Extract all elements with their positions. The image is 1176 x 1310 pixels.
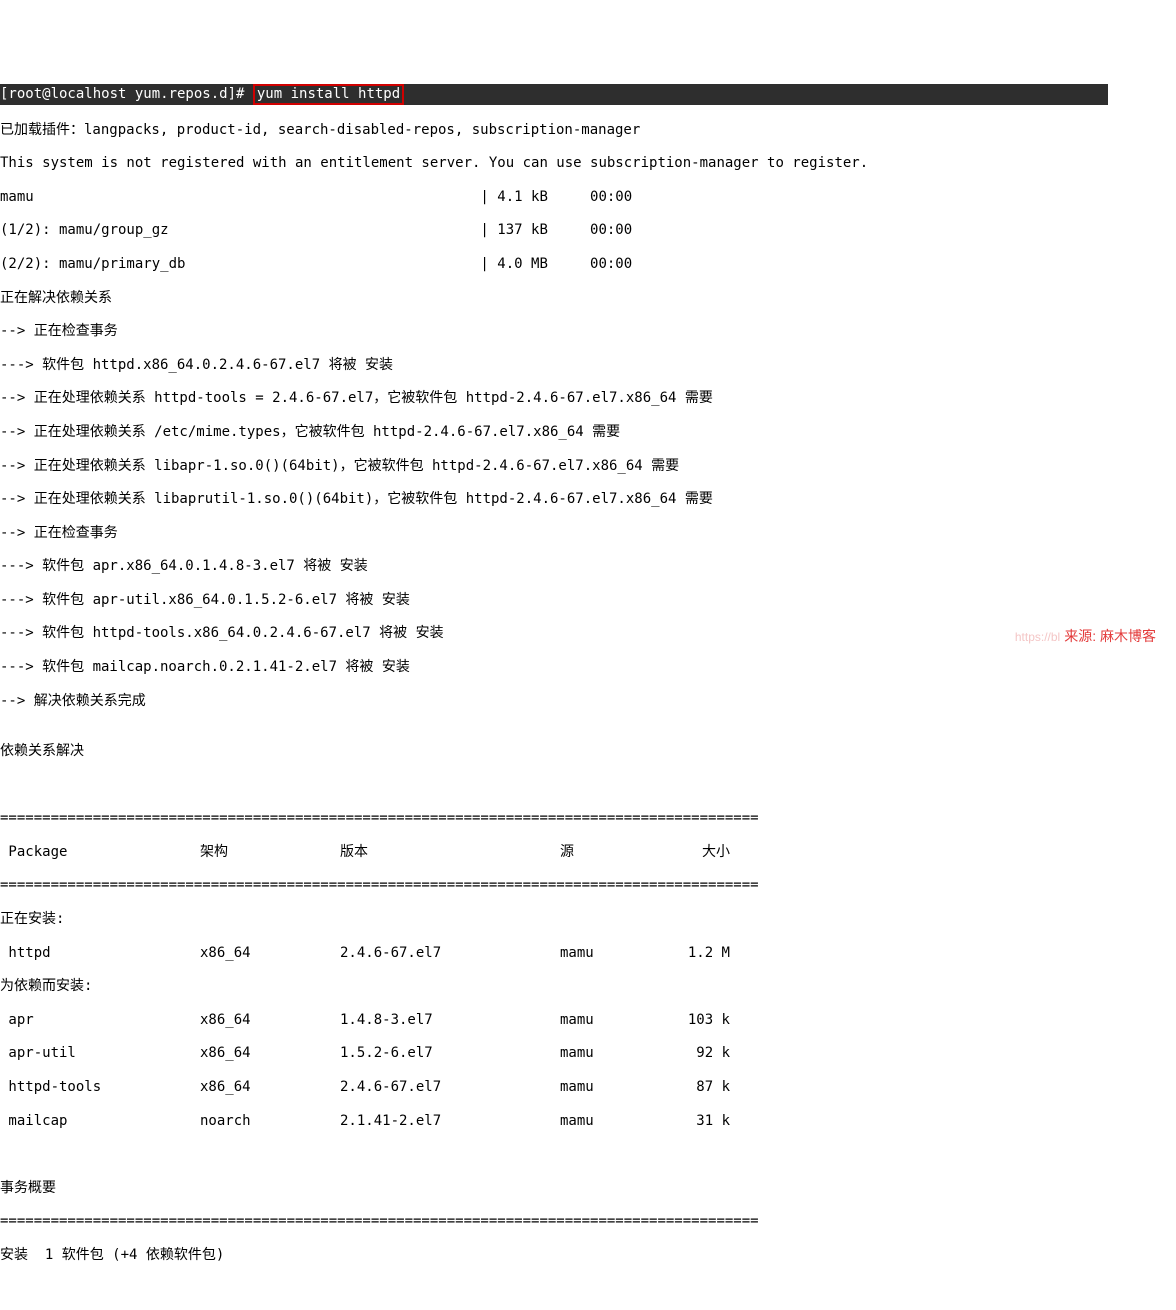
output-line: --> 正在处理依赖关系 /etc/mime.types，它被软件包 httpd… [0, 424, 1176, 441]
table-row: apr-utilx86_641.5.2-6.el7mamu92 k [0, 1045, 1176, 1062]
output-line: ---> 软件包 apr.x86_64.0.1.4.8-3.el7 将被 安装 [0, 558, 1176, 575]
output-line: ---> 软件包 httpd.x86_64.0.2.4.6-67.el7 将被 … [0, 357, 1176, 374]
col-version: 版本 [340, 844, 560, 861]
section-install: 正在安装: [0, 911, 1176, 928]
output-line: --> 解决依赖关系完成 [0, 693, 1176, 710]
output-line: (2/2): mamu/primary_db | 4.0 MB 00:00 [0, 256, 1176, 273]
output-line: ---> 软件包 apr-util.x86_64.0.1.5.2-6.el7 将… [0, 592, 1176, 609]
output-line: --> 正在检查事务 [0, 525, 1176, 542]
install-summary: 安装 1 软件包 (+4 依赖软件包) [0, 1247, 1176, 1264]
output-line: --> 正在检查事务 [0, 323, 1176, 340]
table-row: mailcapnoarch2.1.41-2.el7mamu31 k [0, 1113, 1176, 1130]
output-line: 依赖关系解决 [0, 743, 1176, 760]
summary-label: 事务概要 [0, 1180, 1176, 1197]
command-highlight: yum install httpd [253, 84, 404, 105]
table-row: aprx86_641.4.8-3.el7mamu103 k [0, 1012, 1176, 1029]
output-line: ---> 软件包 httpd-tools.x86_64.0.2.4.6-67.e… [0, 625, 1176, 642]
output-line: 已加载插件：langpacks, product-id, search-disa… [0, 122, 1176, 139]
watermark: https://bl 来源: 麻木博客 [1007, 611, 1156, 645]
table-header: Package架构版本源大小 [0, 844, 1176, 861]
hr-double: ========================================… [0, 1213, 1176, 1230]
col-repo: 源 [560, 844, 670, 861]
col-package: Package [0, 844, 200, 861]
watermark-faint: https://bl [1015, 630, 1060, 644]
prompt-line[interactable]: [root@localhost yum.repos.d]# yum instal… [0, 84, 1108, 105]
output-line: --> 正在处理依赖关系 libaprutil-1.so.0()(64bit)，… [0, 491, 1176, 508]
table-row: httpdx86_642.4.6-67.el7mamu1.2 M [0, 945, 1176, 962]
col-size: 大小 [670, 844, 730, 861]
output-line: --> 正在处理依赖关系 httpd-tools = 2.4.6-67.el7，… [0, 390, 1176, 407]
output-line: mamu | 4.1 kB 00:00 [0, 189, 1176, 206]
shell-prompt: [root@localhost yum.repos.d]# [0, 86, 253, 102]
terminal-output: [root@localhost yum.repos.d]# yum instal… [0, 67, 1176, 1280]
output-line: ---> 软件包 mailcap.noarch.0.2.1.41-2.el7 将… [0, 659, 1176, 676]
output-line: --> 正在处理依赖关系 libapr-1.so.0()(64bit)，它被软件… [0, 458, 1176, 475]
table-row: httpd-toolsx86_642.4.6-67.el7mamu87 k [0, 1079, 1176, 1096]
hr-double: ========================================… [0, 877, 1176, 894]
output-line: (1/2): mamu/group_gz | 137 kB 00:00 [0, 222, 1176, 239]
blank-line [0, 777, 1176, 794]
watermark-main: 来源: 麻木博客 [1064, 628, 1156, 644]
output-line: This system is not registered with an en… [0, 155, 1176, 172]
blank-line [0, 1146, 1176, 1163]
section-deps: 为依赖而安装: [0, 978, 1176, 995]
hr-double: ========================================… [0, 810, 1176, 827]
output-line: 正在解决依赖关系 [0, 290, 1176, 307]
col-arch: 架构 [200, 844, 340, 861]
